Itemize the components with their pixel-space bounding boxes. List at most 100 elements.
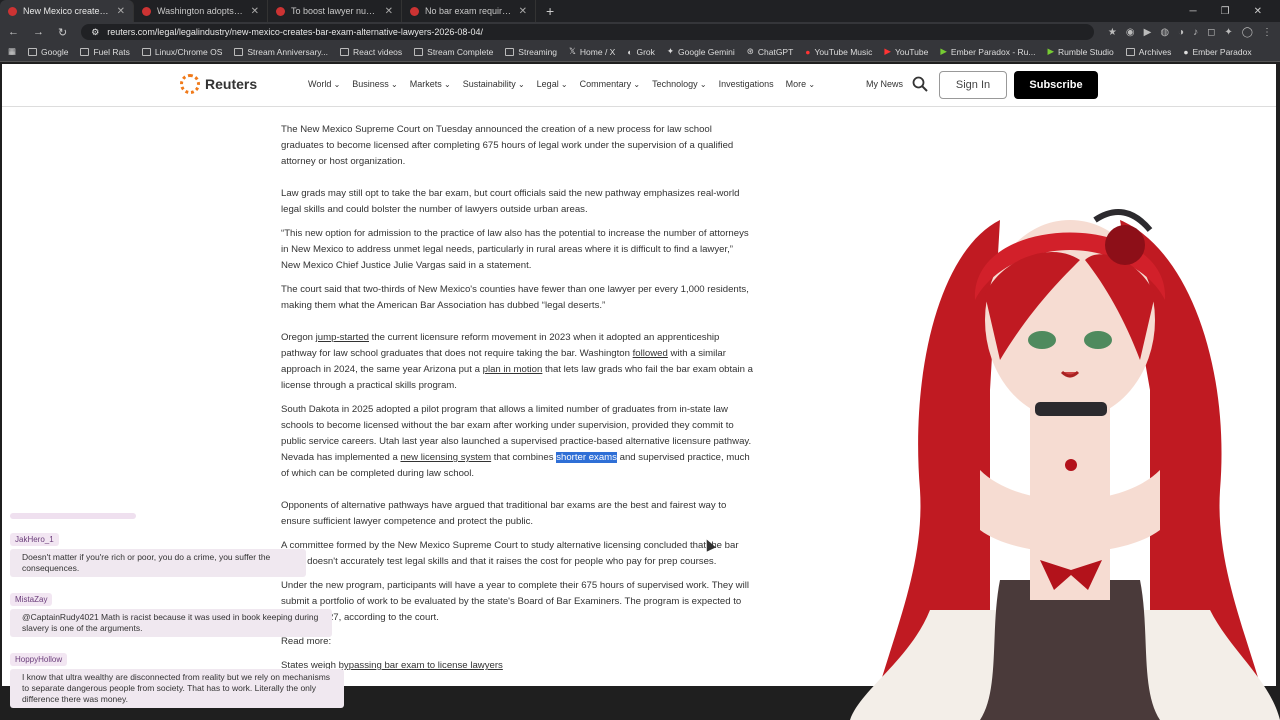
- bookmark-label: YouTube Music: [814, 46, 873, 57]
- jump-started-link[interactable]: jump-started: [316, 332, 369, 343]
- puzzle-icon[interactable]: ✦: [1224, 27, 1232, 38]
- paragraph: A committee formed by the New Mexico Sup…: [281, 540, 739, 567]
- read-more-label: Read more:: [281, 636, 332, 647]
- reuters-logo[interactable]: Reuters: [180, 74, 257, 94]
- bookmark-item[interactable]: ▶ YouTube: [884, 46, 928, 57]
- bookmark-item[interactable]: ● YouTube Music: [805, 47, 872, 57]
- profile-icon[interactable]: ◯: [1242, 27, 1253, 38]
- folder-icon: [141, 47, 151, 56]
- subscribe-button[interactable]: Subscribe: [1014, 71, 1098, 99]
- bookmark-item[interactable]: ⊛ ChatGPT: [747, 46, 794, 57]
- browser-tab[interactable]: Washington adopts new lawye ✕: [134, 0, 268, 22]
- nav-markets[interactable]: Markets: [410, 79, 451, 89]
- article-body: The New Mexico Supreme Court on Tuesday …: [281, 107, 753, 686]
- menu-icon[interactable]: ⋮: [1262, 27, 1272, 38]
- minimize-icon[interactable]: ─: [1190, 6, 1197, 17]
- bookmark-item[interactable]: ◐ Grok: [627, 47, 655, 57]
- bookmark-item[interactable]: Linux/Chrome OS: [141, 47, 222, 57]
- bookmarks-bar: ▦ Google Fuel Rats Linux/Chrome OS Strea…: [0, 42, 1280, 62]
- bookmark-item[interactable]: Streaming: [505, 47, 557, 57]
- bookmark-item[interactable]: Fuel Rats: [80, 47, 130, 57]
- address-bar: ← → ↻ ⚙ reuters.com/legal/legalindustry/n…: [0, 22, 1280, 42]
- site-info-icon[interactable]: ⚙: [91, 27, 99, 38]
- bookmark-item[interactable]: ▶ Rumble Studio: [1047, 46, 1113, 57]
- paragraph: South Dakota in 2025 adopted a pilot pro…: [281, 402, 753, 482]
- nav-sustainability[interactable]: Sustainability: [463, 79, 525, 89]
- browser-tab[interactable]: No bar exam required to pract ✕: [402, 0, 536, 22]
- plan-in-motion-link[interactable]: plan in motion: [483, 364, 543, 375]
- bookmark-item[interactable]: Stream Anniversary...: [234, 47, 328, 57]
- new-licensing-system-link[interactable]: new licensing system: [400, 452, 491, 463]
- bookmark-item[interactable]: ● Ember Paradox: [1183, 47, 1251, 57]
- paragraph: The New Mexico Supreme Court on Tuesday …: [281, 124, 734, 167]
- bookmark-label: React videos: [353, 46, 403, 57]
- bookmark-item[interactable]: Archives: [1125, 46, 1172, 57]
- bookmark-star-icon[interactable]: ★: [1108, 27, 1117, 38]
- paragraph: Under the new program, participants will…: [281, 580, 750, 623]
- text-span: that combines: [491, 452, 557, 463]
- nav-world[interactable]: World: [308, 79, 340, 89]
- sign-in-button[interactable]: Sign In: [939, 71, 1007, 99]
- nav-business[interactable]: Business: [352, 79, 397, 89]
- extension-icon[interactable]: ◻: [1207, 27, 1215, 38]
- close-window-icon[interactable]: ✕: [1254, 6, 1262, 17]
- folder-icon: [1125, 47, 1135, 56]
- apps-grid-icon[interactable]: ▦: [8, 46, 16, 57]
- nav-commentary[interactable]: Commentary: [580, 79, 640, 89]
- extension-icon[interactable]: ◑: [1178, 27, 1184, 38]
- bookmark-icon: [28, 47, 38, 56]
- bookmark-label: Archives: [1138, 46, 1172, 57]
- nav-investigations[interactable]: Investigations: [719, 79, 774, 89]
- back-icon[interactable]: ←: [8, 26, 19, 38]
- paragraph: Opponents of alternative pathways have a…: [281, 500, 727, 527]
- extension-icon[interactable]: ▶: [1144, 27, 1152, 38]
- nav-technology[interactable]: Technology: [652, 79, 706, 89]
- close-tab-icon[interactable]: ✕: [117, 6, 125, 17]
- url-text: reuters.com/legal/legalindustry/new-mexi…: [107, 27, 483, 37]
- extension-icon[interactable]: ◍: [1160, 27, 1169, 38]
- tab-title: No bar exam required to pract: [425, 6, 513, 16]
- nav-more[interactable]: More: [786, 79, 815, 89]
- extension-icon[interactable]: ♪: [1193, 27, 1198, 38]
- bookmark-item[interactable]: ▶ Ember Paradox - Ru...: [940, 46, 1035, 57]
- bookmark-label: Grok: [636, 46, 655, 57]
- nav-legal[interactable]: Legal: [537, 79, 568, 89]
- reuters-logo-icon: [180, 74, 200, 94]
- x-icon: 𝕏: [569, 46, 576, 56]
- close-tab-icon[interactable]: ✕: [519, 6, 527, 17]
- window-controls: ─ ❐ ✕: [1190, 6, 1280, 17]
- bookmark-item[interactable]: React videos: [340, 47, 402, 57]
- paragraph: The court said that two-thirds of New Me…: [281, 284, 749, 311]
- new-tab-button[interactable]: +: [536, 3, 564, 19]
- browser-tab[interactable]: New Mexico creates bar e ✕: [0, 0, 134, 22]
- bookmark-label: Home / X: [579, 46, 616, 57]
- bookmark-label: ChatGPT: [757, 46, 794, 57]
- youtube-icon: ▶: [884, 46, 891, 56]
- tab-title: New Mexico creates bar e: [23, 6, 111, 16]
- search-icon[interactable]: [912, 76, 928, 92]
- reload-icon[interactable]: ↻: [58, 26, 67, 39]
- followed-link[interactable]: followed: [633, 348, 668, 359]
- bookmark-item[interactable]: ✦ Google Gemini: [667, 46, 735, 57]
- reuters-favicon-icon: [8, 6, 17, 16]
- maximize-icon[interactable]: ❐: [1221, 6, 1230, 17]
- chatgpt-icon: ⊛: [746, 46, 754, 56]
- folder-icon: [80, 47, 90, 56]
- close-tab-icon[interactable]: ✕: [251, 6, 259, 17]
- bookmark-item[interactable]: Google: [28, 47, 68, 57]
- browser-tab[interactable]: To boost lawyer numbers in 'le ✕: [268, 0, 402, 22]
- url-field[interactable]: ⚙ reuters.com/legal/legalindustry/new-mex…: [81, 24, 1094, 40]
- extension-icon[interactable]: ◉: [1126, 27, 1135, 38]
- paragraph: Oregon jump-started the current licensur…: [281, 330, 753, 394]
- tab-title: To boost lawyer numbers in 'le: [291, 6, 379, 16]
- folder-icon: [414, 47, 424, 56]
- bookmark-item[interactable]: Stream Complete: [414, 47, 493, 57]
- bookmark-label: Ember Paradox - Ru...: [950, 46, 1036, 57]
- text-span: Oregon: [281, 332, 316, 343]
- bookmark-item[interactable]: 𝕏 Home / X: [569, 46, 615, 57]
- reuters-favicon-icon: [142, 6, 151, 16]
- close-tab-icon[interactable]: ✕: [385, 6, 393, 17]
- folder-icon: [340, 47, 350, 56]
- forward-icon[interactable]: →: [33, 26, 44, 38]
- my-news-link[interactable]: My News: [866, 79, 903, 89]
